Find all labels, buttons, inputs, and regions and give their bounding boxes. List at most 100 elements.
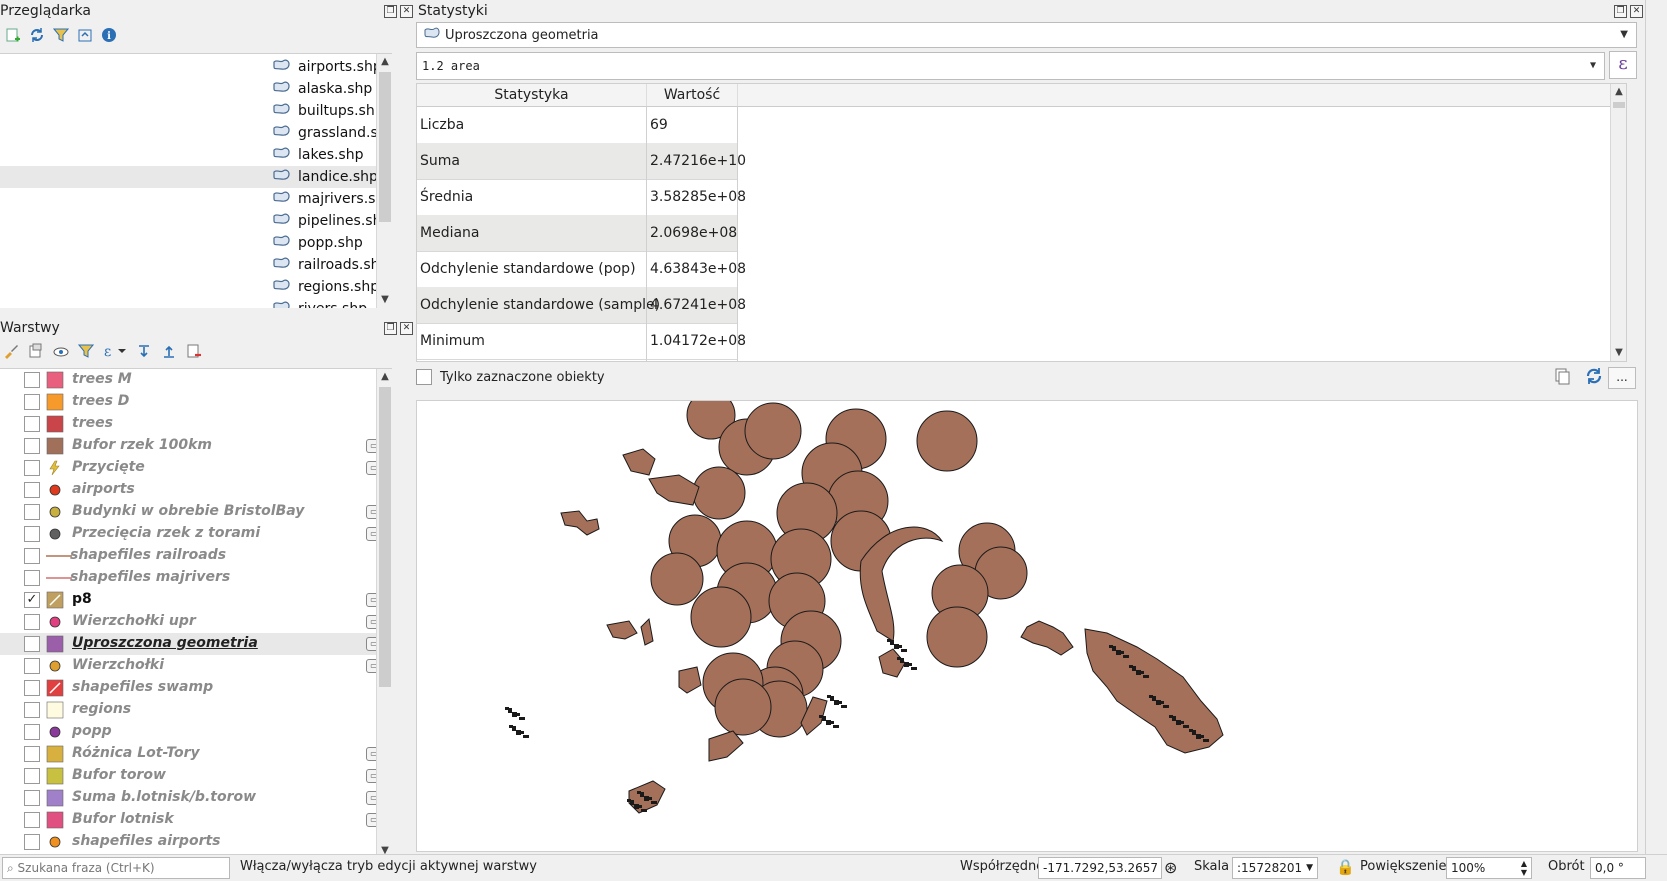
style-brush-icon[interactable] (2, 342, 20, 360)
refresh-icon[interactable] (28, 26, 46, 44)
layer-item[interactable]: shapefiles airports (0, 831, 392, 853)
scale-combo[interactable]: :15728201 ▼ (1232, 857, 1318, 879)
magnifier-field[interactable]: 100% ▲ ▼ (1446, 857, 1532, 879)
browser-item[interactable]: railroads.shp (272, 254, 388, 276)
layer-visibility-checkbox[interactable] (24, 372, 40, 388)
manage-visibility-icon[interactable] (52, 342, 70, 360)
filter-icon[interactable] (52, 26, 70, 44)
add-layer-icon[interactable] (4, 26, 22, 44)
float-icon[interactable]: ❐ (384, 322, 397, 335)
browser-item[interactable]: alaska.shp (272, 78, 372, 100)
map-canvas[interactable] (416, 400, 1638, 852)
column-header-value[interactable]: Wartość (647, 84, 738, 107)
field-combo[interactable]: 1.2 area ▼ (416, 52, 1605, 80)
layer-item[interactable]: ✓ p8 ▭ (0, 589, 392, 611)
browser-tree[interactable]: airports.shp alaska.shp builtups.shp grassl… (0, 53, 392, 308)
layer-visibility-checkbox[interactable] (24, 614, 40, 630)
layer-item[interactable]: Przycięte ▭ (0, 457, 392, 479)
layer-visibility-checkbox[interactable] (24, 724, 40, 740)
browser-scrollbar[interactable]: ▲ ▼ (376, 54, 392, 308)
coordinate-toggle-icon[interactable]: ⊛ (1164, 858, 1177, 877)
layers-tree[interactable]: trees Mtrees Dtrees Bufor rzek 100km ▭ Przy… (0, 368, 392, 859)
layer-visibility-checkbox[interactable] (24, 416, 40, 432)
layer-visibility-checkbox[interactable] (24, 746, 40, 762)
layer-visibility-checkbox[interactable]: ✓ (24, 592, 40, 608)
browser-item[interactable]: regions.shp (272, 276, 379, 298)
layers-scrollbar[interactable]: ▲ ▼ (376, 369, 392, 859)
column-header-statistic[interactable]: Statystyka (417, 84, 647, 107)
layer-item[interactable]: Suma b.lotnisk/b.torow ▭ (0, 787, 392, 809)
stats-row[interactable]: Średnia 3.58285e+08 (417, 179, 746, 216)
layer-item[interactable]: popp (0, 721, 392, 743)
float-icon[interactable]: ❐ (384, 5, 397, 18)
layer-visibility-checkbox[interactable] (24, 768, 40, 784)
layer-visibility-checkbox[interactable] (24, 526, 40, 542)
layer-item[interactable]: trees M (0, 369, 392, 391)
browser-item[interactable]: majrivers.shp (272, 188, 392, 210)
stats-row[interactable]: Suma 2.47216e+10 (417, 143, 746, 180)
stats-row[interactable]: Mediana 2.0698e+08 (417, 215, 737, 252)
rotation-field[interactable]: 0,0 ° (1590, 857, 1646, 879)
layer-item[interactable]: shapefiles majrivers (0, 567, 392, 589)
layer-item[interactable]: Bufor torow ▭ (0, 765, 392, 787)
filter-legend-icon[interactable] (77, 342, 95, 360)
layer-item[interactable]: Różnica Lot-Tory ▭ (0, 743, 392, 765)
layer-item[interactable]: shapefiles railroads (0, 545, 392, 567)
layer-item[interactable]: Bufor rzek 100km ▭ (0, 435, 392, 457)
layer-item[interactable]: shapefiles swamp (0, 677, 392, 699)
layer-visibility-checkbox[interactable] (24, 790, 40, 806)
stats-scrollbar[interactable]: ▲ ▼ (1610, 84, 1626, 361)
browser-item[interactable]: airports.shp (272, 56, 382, 78)
layer-item[interactable]: Wierzchołki ▭ (0, 655, 392, 677)
locator-search-input[interactable]: ⌕ Szukana fraza (Ctrl+K) (2, 857, 230, 879)
browser-item[interactable]: popp.shp (272, 232, 363, 254)
browser-item[interactable]: grassland.shp (272, 122, 392, 144)
layer-item[interactable]: Budynki w obrebie BristolBay ▭ (0, 501, 392, 523)
layer-visibility-checkbox[interactable] (24, 394, 40, 410)
layer-visibility-checkbox[interactable] (24, 658, 40, 674)
stats-row[interactable]: Minimum 1.04172e+08 (417, 323, 746, 360)
layer-item[interactable]: Bufor lotnisk ▭ (0, 809, 392, 831)
copy-icon[interactable] (1553, 367, 1571, 389)
close-icon[interactable]: ✕ (1630, 5, 1643, 18)
layer-visibility-checkbox[interactable] (24, 834, 40, 850)
browser-item[interactable]: rivers.shp (272, 298, 367, 308)
layer-item[interactable]: Przecięcia rzek z torami ▭ (0, 523, 392, 545)
expand-all-icon[interactable] (135, 342, 153, 360)
add-group-icon[interactable] (27, 342, 45, 360)
stats-row[interactable]: Odchylenie standardowe (sample) 4.67241e+… (417, 287, 746, 324)
layer-visibility-checkbox[interactable] (24, 812, 40, 828)
layer-visibility-checkbox[interactable] (24, 548, 40, 564)
browser-item[interactable]: lakes.shp (272, 144, 364, 166)
info-icon[interactable]: i (100, 26, 118, 44)
browser-item[interactable]: pipelines.shp (272, 210, 390, 232)
more-options-button[interactable]: ... (1608, 367, 1636, 389)
layer-item[interactable]: Wierzchołki upr ▭ (0, 611, 392, 633)
close-icon[interactable]: ✕ (400, 5, 413, 18)
stats-row[interactable]: Liczba 69 (417, 107, 737, 144)
stats-row[interactable]: Odchylenie standardowe (pop) 4.63843e+08 (417, 251, 746, 288)
layer-visibility-checkbox[interactable] (24, 438, 40, 454)
browser-item[interactable]: builtups.shp (272, 100, 384, 122)
layer-visibility-checkbox[interactable] (24, 702, 40, 718)
layer-visibility-checkbox[interactable] (24, 504, 40, 520)
recalculate-icon[interactable] (1584, 366, 1604, 390)
float-icon[interactable]: ❐ (1614, 5, 1627, 18)
layer-combo[interactable]: Uproszczona geometria ▼ (416, 22, 1637, 48)
layer-item[interactable]: trees (0, 413, 392, 435)
layer-item[interactable]: regions (0, 699, 392, 721)
layer-item[interactable]: trees D (0, 391, 392, 413)
filter-expression-icon[interactable]: ε (102, 342, 128, 360)
layer-visibility-checkbox[interactable] (24, 636, 40, 652)
collapse-all-icon[interactable] (76, 26, 94, 44)
coordinates-field[interactable]: -171.7292,53.2657 (1038, 857, 1162, 879)
layer-item[interactable]: airports (0, 479, 392, 501)
layer-visibility-checkbox[interactable] (24, 570, 40, 586)
statistics-table[interactable]: Statystyka Wartość Liczba 69 Suma 2.47216e+… (416, 83, 1627, 362)
layer-visibility-checkbox[interactable] (24, 482, 40, 498)
browser-item[interactable]: landice.shp (272, 166, 378, 188)
layer-visibility-checkbox[interactable] (24, 680, 40, 696)
collapse-all-icon[interactable] (160, 342, 178, 360)
lock-icon[interactable]: 🔒 (1336, 858, 1355, 876)
only-selected-checkbox[interactable] (416, 369, 432, 385)
